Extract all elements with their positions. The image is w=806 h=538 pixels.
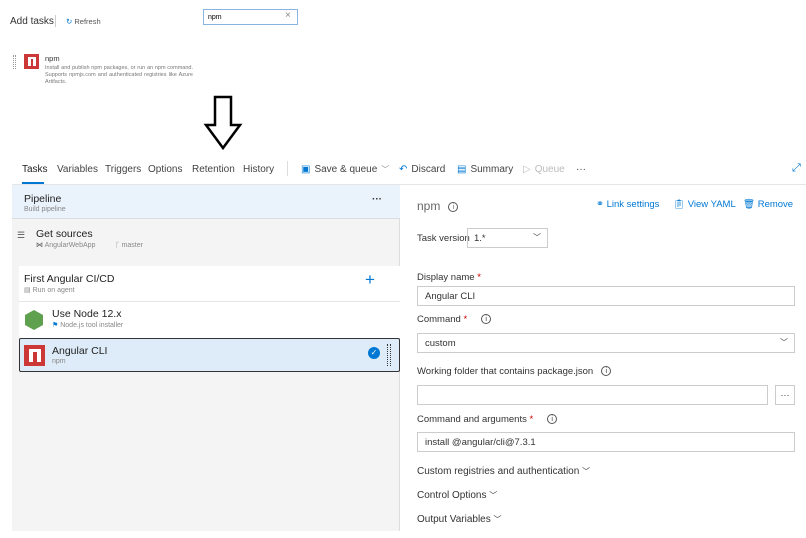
agent-job[interactable]: First Angular CI/CD ▤ Run on agent +	[19, 266, 400, 302]
task-search-input[interactable]	[203, 9, 298, 25]
trash-icon: 🗑︎	[743, 199, 756, 210]
chevron-down-icon: ﹀	[582, 467, 591, 476]
link-settings-button[interactable]: ⚭ Link settings	[596, 199, 659, 210]
info-icon[interactable]: i	[547, 414, 558, 425]
chevron-down-icon: ﹀	[381, 165, 390, 174]
tab-options[interactable]: Options	[148, 164, 182, 175]
get-sources[interactable]: ☰ Get sources ⋈ AngularWebApp ᚴ master	[12, 222, 400, 262]
chevron-down-icon: ﹀	[533, 233, 541, 242]
task-use-node[interactable]: Use Node 12.x ⚑ Node.js tool installer	[19, 302, 400, 338]
tab-history[interactable]: History	[243, 164, 274, 175]
chevron-down-icon: ﹀	[489, 491, 498, 500]
section-output-variables[interactable]: Output Variables ﹀	[417, 514, 502, 525]
task-title: npm i	[417, 199, 459, 213]
tab-triggers[interactable]: Triggers	[105, 164, 141, 175]
task-result-npm[interactable]: npm Install and publish npm packages, or…	[45, 54, 193, 86]
info-icon[interactable]: i	[448, 201, 459, 212]
flag-icon: ⚑	[52, 322, 59, 329]
save-icon: ▣	[301, 164, 311, 175]
view-yaml-button[interactable]: 📋︎ View YAML	[673, 199, 736, 210]
sources-icon: ☰	[17, 230, 26, 240]
working-folder-input[interactable]	[417, 385, 768, 405]
more-icon[interactable]: ···	[372, 194, 382, 205]
play-icon: ▷	[523, 164, 531, 175]
chevron-down-icon: ﹀	[780, 338, 788, 347]
save-queue-button[interactable]: ▣ Save & queue ﹀	[301, 164, 389, 175]
more-actions-button[interactable]: ···	[576, 164, 586, 175]
queue-button[interactable]: ▷ Queue	[523, 164, 565, 175]
add-task-button[interactable]: +	[365, 270, 375, 290]
info-icon[interactable]: i	[601, 366, 612, 377]
expand-icon[interactable]: ⤢	[792, 162, 801, 175]
tab-retention[interactable]: Retention	[192, 164, 235, 175]
agent-icon: ▤	[24, 287, 31, 294]
nodejs-icon	[25, 310, 43, 330]
chevron-down-icon: ﹀	[493, 515, 502, 524]
npm-icon	[24, 54, 39, 69]
browse-button[interactable]: ···	[775, 385, 795, 405]
section-control-options[interactable]: Control Options ﹀	[417, 490, 497, 501]
branch-icon: ᚴ	[115, 242, 120, 249]
down-arrow-icon	[203, 95, 243, 151]
drag-handle[interactable]	[387, 344, 391, 366]
remove-button[interactable]: 🗑︎ Remove	[743, 199, 793, 210]
discard-button[interactable]: ↶ Discard	[399, 164, 445, 175]
divider	[55, 15, 56, 27]
summary-icon: ▤	[457, 164, 467, 175]
npm-icon	[24, 345, 45, 366]
task-version-select[interactable]: 1.* ﹀	[467, 228, 548, 248]
link-icon: ⚭	[596, 199, 604, 210]
task-angular-cli[interactable]: Angular CLI npm ✓	[19, 338, 400, 372]
add-tasks-title: Add tasks	[10, 16, 54, 27]
display-name-input[interactable]: Angular CLI	[417, 286, 795, 306]
tab-tasks[interactable]: Tasks	[22, 164, 48, 175]
refresh-icon: ↻	[66, 17, 73, 26]
refresh-button[interactable]: ↻ Refresh	[66, 17, 101, 26]
pipeline-header[interactable]: Pipeline Build pipeline ···	[12, 185, 400, 219]
undo-icon: ↶	[399, 164, 408, 175]
divider	[287, 161, 288, 176]
tab-variables[interactable]: Variables	[57, 164, 98, 175]
clipboard-icon: 📋︎	[673, 199, 686, 210]
drag-handle[interactable]	[13, 55, 16, 69]
repo-icon: ⋈	[36, 242, 43, 249]
summary-button[interactable]: ▤ Summary	[457, 164, 513, 175]
check-icon: ✓	[368, 347, 380, 359]
command-select[interactable]: custom ﹀	[417, 333, 795, 353]
clear-search-icon[interactable]: ×	[285, 10, 291, 21]
section-custom-registries[interactable]: Custom registries and authentication ﹀	[417, 466, 590, 477]
info-icon[interactable]: i	[481, 314, 492, 325]
command-arguments-input[interactable]: install @angular/cli@7.3.1	[417, 432, 795, 452]
